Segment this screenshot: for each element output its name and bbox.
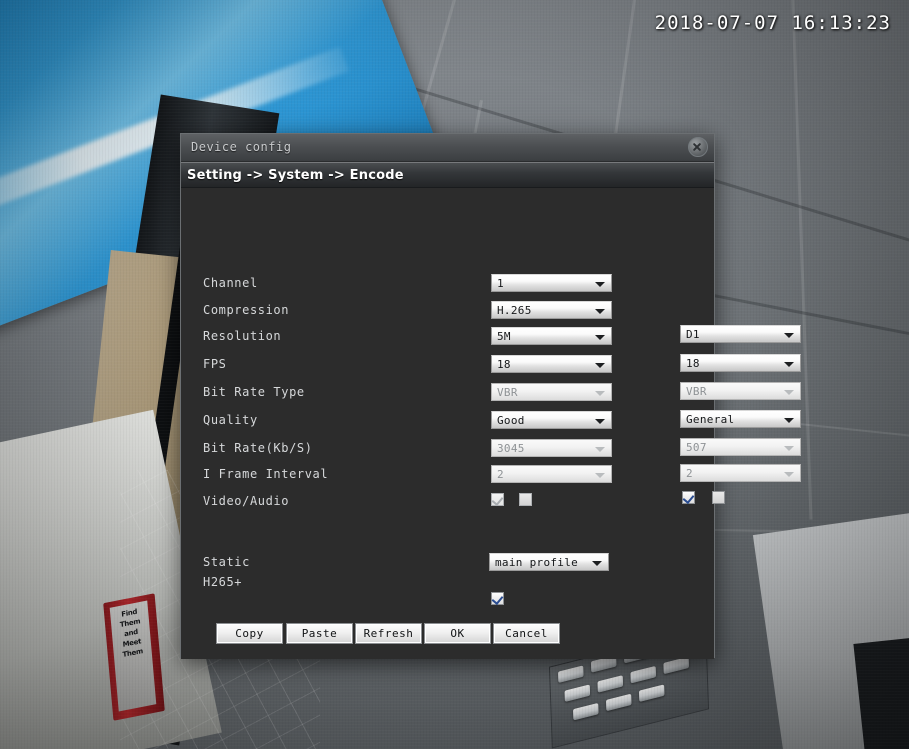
chevron-down-icon: [595, 419, 605, 424]
field-label-video-audio: Video/Audio: [203, 494, 290, 508]
form-row-compression: Compression H.265: [181, 301, 714, 323]
breadcrumb-bar: Setting -> System -> Encode: [181, 162, 714, 188]
dropdown-bit-rate-sub-value: 507: [686, 441, 707, 454]
dark-corner: [853, 636, 909, 749]
chevron-down-icon: [784, 418, 794, 423]
dropdown-resolution-sub-value: D1: [686, 328, 700, 341]
dropdown-quality-sub[interactable]: General: [680, 410, 801, 428]
field-label-channel: Channel: [203, 276, 258, 290]
form-row-channel: Channel 1: [181, 274, 714, 296]
form-row-static: Static main profile: [181, 553, 714, 575]
osd-timestamp: 2018-07-07 16:13:23: [654, 12, 891, 34]
dialog-body: Channel 1 Compression H.265 Resolution 5…: [181, 188, 801, 659]
checkbox-video-sub[interactable]: [682, 491, 695, 504]
dropdown-bit-rate-type-sub-value: VBR: [686, 385, 707, 398]
field-label-bit-rate: Bit Rate(Kb/S): [203, 441, 313, 455]
refresh-button[interactable]: Refresh: [355, 623, 422, 644]
dropdown-static[interactable]: main profile: [489, 553, 609, 571]
dropdown-quality-sub-value: General: [686, 413, 735, 426]
dropdown-static-value: main profile: [495, 556, 579, 569]
field-label-static: Static: [203, 555, 250, 569]
dropdown-i-frame-interval-main-value: 2: [497, 468, 504, 481]
dropdown-bit-rate-main-value: 3045: [497, 442, 525, 455]
device-config-dialog: Device config Setting -> System -> Encod…: [180, 133, 801, 659]
form-row-resolution: Resolution 5M D1: [181, 325, 801, 349]
chevron-down-icon: [784, 390, 794, 395]
chevron-down-icon: [595, 447, 605, 452]
dropdown-bit-rate-main: 3045: [491, 439, 612, 457]
chevron-down-icon: [595, 473, 605, 478]
field-label-compression: Compression: [203, 303, 290, 317]
field-label-h265plus: H265+: [203, 575, 243, 589]
field-label-resolution: Resolution: [203, 329, 282, 343]
chevron-down-icon: [784, 333, 794, 338]
dialog-title: Device config: [191, 140, 292, 154]
form-row-bit-rate-type: Bit Rate Type VBR VBR: [181, 382, 801, 405]
dropdown-channel-value: 1: [497, 277, 504, 290]
chevron-down-icon: [595, 282, 605, 287]
dropdown-resolution-main[interactable]: 5M: [491, 327, 612, 345]
form-row-video-audio: Video/Audio: [181, 491, 725, 514]
dropdown-fps-sub[interactable]: 18: [680, 354, 801, 372]
dropdown-i-frame-interval-sub: 2: [680, 464, 801, 482]
form-row-i-frame-interval: I Frame Interval 2 2: [181, 464, 801, 487]
form-row-fps: FPS 18 18: [181, 354, 801, 377]
chevron-down-icon: [784, 446, 794, 451]
dropdown-i-frame-interval-sub-value: 2: [686, 467, 693, 480]
form-row-quality: Quality Good General: [181, 410, 801, 433]
dropdown-bit-rate-type-main-value: VBR: [497, 386, 518, 399]
copy-button[interactable]: Copy: [216, 623, 283, 644]
chevron-down-icon: [595, 335, 605, 340]
dialog-titlebar[interactable]: Device config: [181, 134, 714, 162]
dropdown-bit-rate-type-main: VBR: [491, 383, 612, 401]
chevron-down-icon: [592, 561, 602, 566]
close-icon[interactable]: [688, 137, 708, 157]
checkbox-audio-main: [519, 493, 532, 506]
chevron-down-icon: [595, 363, 605, 368]
chevron-down-icon: [784, 362, 794, 367]
form-row-h265plus: H265+: [181, 575, 714, 605]
chevron-down-icon: [784, 472, 794, 477]
dialog-button-row: Copy Paste Refresh OK Cancel: [181, 623, 714, 645]
dropdown-i-frame-interval-main: 2: [491, 465, 612, 483]
dropdown-fps-main[interactable]: 18: [491, 355, 612, 373]
breadcrumb: Setting -> System -> Encode: [187, 167, 404, 183]
field-label-quality: Quality: [203, 413, 258, 427]
dropdown-quality-main[interactable]: Good: [491, 411, 612, 429]
field-label-bit-rate-type: Bit Rate Type: [203, 385, 305, 399]
field-label-fps: FPS: [203, 357, 227, 371]
dropdown-quality-main-value: Good: [497, 414, 525, 427]
paste-button[interactable]: Paste: [286, 623, 353, 644]
dropdown-bit-rate-sub: 507: [680, 438, 801, 456]
checkbox-audio-sub[interactable]: [712, 491, 725, 504]
dropdown-channel[interactable]: 1: [491, 274, 612, 292]
checkbox-h265plus[interactable]: [491, 592, 504, 605]
dropdown-resolution-main-value: 5M: [497, 330, 511, 343]
dropdown-compression-value: H.265: [497, 304, 532, 317]
field-label-i-frame-interval: I Frame Interval: [203, 467, 329, 481]
chevron-down-icon: [595, 391, 605, 396]
cancel-button[interactable]: Cancel: [493, 623, 560, 644]
ok-button[interactable]: OK: [424, 623, 491, 644]
checkbox-video-main: [491, 493, 504, 506]
dropdown-fps-main-value: 18: [497, 358, 511, 371]
dropdown-bit-rate-type-sub: VBR: [680, 382, 801, 400]
dropdown-fps-sub-value: 18: [686, 357, 700, 370]
dropdown-compression[interactable]: H.265: [491, 301, 612, 319]
form-row-bit-rate: Bit Rate(Kb/S) 3045 507: [181, 438, 801, 461]
chevron-down-icon: [595, 309, 605, 314]
dropdown-resolution-sub[interactable]: D1: [680, 325, 801, 343]
